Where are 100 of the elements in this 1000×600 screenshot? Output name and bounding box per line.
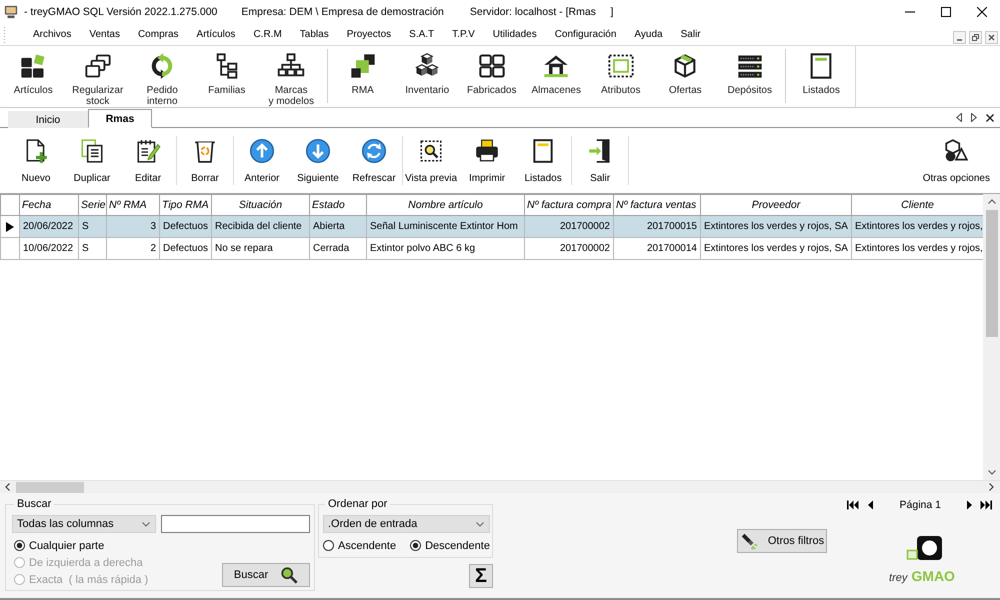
scrollbar-thumb[interactable] [986, 210, 998, 337]
close-button[interactable] [985, 31, 998, 44]
table-cell: 201700014 [646, 243, 697, 254]
table-row[interactable]: 20/06/2022 S 3 Defectuos Recibida del cliente Abierta Señal Luminiscente Extintor Hom 201700002 201700015 Extintores los verdes y rojos, SA Extintores los verdes y rojos, [0, 216, 983, 238]
search-icon [280, 566, 298, 584]
table-cell: Extintores los verdes y rojos, [855, 221, 983, 232]
toolbar-button[interactable]: Imprimir [459, 128, 516, 193]
ribbon-button[interactable]: Artículos [1, 46, 66, 107]
toolbar-button[interactable]: Refrescar [346, 128, 402, 193]
menu-item[interactable]: C.R.M [244, 26, 291, 44]
column-header[interactable]: Nº factura compra [524, 194, 614, 216]
current-row-icon [6, 222, 14, 232]
column-dropdown[interactable]: Todas las columnas [12, 515, 156, 533]
table-cell: 201700002 [560, 243, 610, 254]
previous-page-icon[interactable] [868, 500, 873, 510]
table-cell: Abierta [313, 221, 345, 232]
shapes-icon [943, 138, 970, 164]
column-header[interactable]: Nombre artículo [366, 194, 524, 216]
ribbon-button[interactable]: Atributos [588, 46, 653, 107]
scroll-right-icon[interactable] [989, 483, 994, 491]
ribbon-button[interactable]: Depósitos [718, 46, 782, 107]
toolbar-button[interactable]: Siguiente [290, 128, 346, 193]
ribbon-button[interactable]: Fabricados [460, 46, 524, 107]
minimize-button[interactable] [953, 31, 966, 44]
logo-prefix: trey [889, 572, 908, 584]
ribbon-button[interactable]: Marcas y modelos [259, 46, 324, 107]
toolbar-button[interactable]: Otras opciones [920, 128, 992, 193]
toolbar-button[interactable]: Vista previa [403, 128, 460, 193]
restore-button[interactable] [969, 31, 982, 44]
vertical-scrollbar[interactable] [983, 194, 1000, 480]
horizontal-scrollbar[interactable] [0, 480, 1000, 493]
table-cell: Señal Luminiscente Extintor Hom [370, 221, 518, 232]
toolbar-button[interactable]: Borrar [177, 128, 233, 193]
table-cell: S [82, 221, 89, 232]
page-label: Página 1 [900, 499, 941, 511]
search-field[interactable] [161, 515, 310, 533]
ribbon-button[interactable]: Almacenes [524, 46, 588, 107]
sort-dropdown[interactable]: .Orden de entrada [323, 515, 490, 533]
column-header[interactable]: Proveedor [700, 194, 852, 216]
table-cell: 201700015 [646, 221, 697, 232]
computer-icon [4, 5, 18, 19]
blocks-icon [19, 52, 48, 80]
table-cell: Extintores los verdes y rojos, SA [704, 243, 848, 254]
maximize-icon[interactable] [941, 7, 951, 17]
next-page-icon[interactable] [967, 500, 972, 510]
radio-option[interactable]: Cualquier parte [14, 537, 148, 554]
menu-item[interactable]: Tablas [290, 26, 338, 44]
printer-icon [474, 138, 500, 164]
first-page-icon[interactable] [846, 500, 859, 510]
scrollbar-thumb[interactable] [16, 482, 84, 492]
ribbon-button[interactable]: Listados [789, 46, 854, 107]
menu-item[interactable]: Compras [128, 26, 188, 44]
ribbon-button[interactable]: Ofertas [653, 46, 718, 107]
menu-item[interactable]: T.P.V [443, 26, 484, 44]
scroll-left-icon[interactable] [5, 483, 10, 491]
menu-item[interactable]: Archivos [24, 26, 80, 44]
menu-item[interactable]: Utilidades [484, 26, 546, 44]
toolbar-button[interactable]: Editar [120, 128, 176, 193]
column-header[interactable]: Nº factura ventas [614, 194, 700, 216]
preview-icon [418, 138, 444, 164]
ribbon-button[interactable]: Regularizar stock [66, 46, 130, 107]
logo-name: GMAO [911, 568, 955, 584]
toolbar-button[interactable]: Salir [572, 128, 628, 193]
notepad-pencil-icon [135, 138, 161, 164]
menu-item[interactable]: Salir [672, 26, 710, 44]
grid-icon [478, 52, 506, 80]
column-header[interactable]: Situación [212, 194, 310, 216]
scroll-right-icon[interactable] [971, 113, 977, 122]
menu-item[interactable]: Ayuda [625, 26, 672, 44]
radio-option[interactable]: Descendente [410, 537, 490, 554]
filters-button[interactable]: Otros filtros [737, 529, 827, 553]
ribbon-button[interactable]: RMA [330, 46, 395, 107]
close-icon[interactable] [986, 114, 994, 122]
menu-item[interactable]: Artículos [188, 26, 244, 44]
caret-icon [142, 522, 150, 526]
menu-item[interactable]: Proyectos [338, 26, 400, 44]
menu-item[interactable]: Configuración [546, 26, 626, 44]
toolbar-button[interactable]: Nuevo [8, 128, 64, 193]
toolbar-button[interactable]: Anterior [234, 128, 290, 193]
close-icon[interactable] [977, 7, 987, 17]
caret-icon [476, 522, 484, 526]
toolbar-button[interactable]: Listados [515, 128, 572, 193]
tab[interactable]: Inicio [8, 111, 88, 128]
toolbar-button[interactable]: Duplicar [64, 128, 120, 193]
table-row[interactable]: 10/06/2022 S 2 Defectuos No se repara Cerrada Extintor polvo ABC 6 kg 201700002 201700014 Extintores los verdes y rojos, SA Extintores los verdes y rojos, [0, 238, 983, 260]
search-button[interactable]: Buscar [222, 563, 310, 587]
ribbon-button[interactable]: Inventario [395, 46, 460, 107]
sum-button[interactable]: Σ [469, 564, 493, 588]
scroll-left-icon[interactable] [956, 113, 962, 122]
scroll-up-icon[interactable] [988, 199, 996, 204]
menu-item[interactable]: Ventas [80, 26, 129, 44]
scroll-down-icon[interactable] [988, 470, 996, 475]
ribbon-button[interactable]: Familias [194, 46, 259, 107]
radio-option[interactable]: Ascendente [323, 537, 396, 554]
logo-icon [906, 536, 942, 560]
menu-item[interactable]: S.A.T [400, 26, 444, 44]
last-page-icon[interactable] [980, 500, 992, 510]
table-cell: S [82, 243, 89, 254]
tab[interactable]: Rmas [88, 109, 152, 128]
ribbon-button[interactable]: Pedido interno [130, 46, 194, 107]
